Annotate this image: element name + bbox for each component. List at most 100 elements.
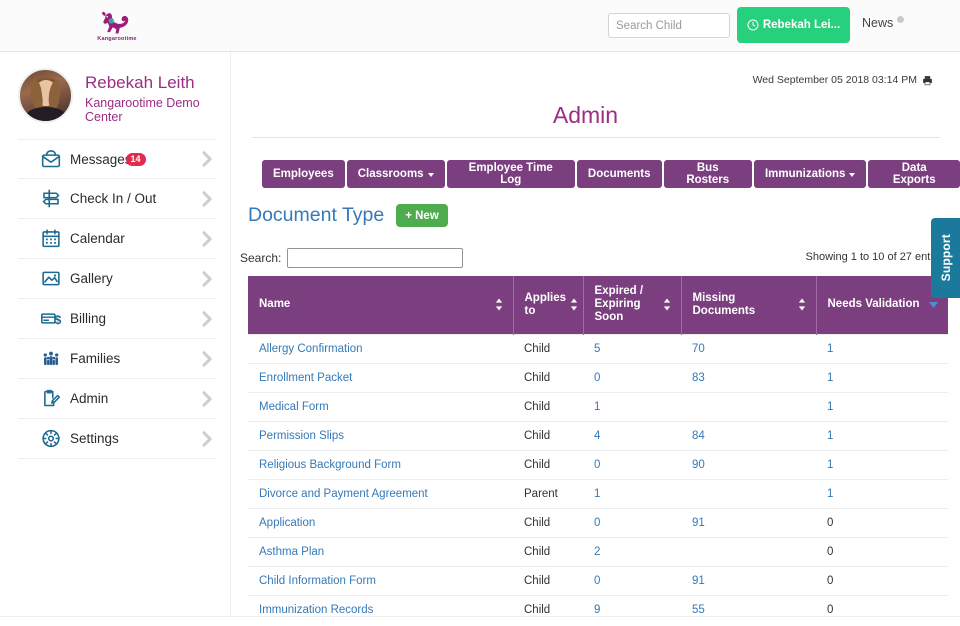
expired-cell[interactable]: 1 xyxy=(583,392,681,422)
showing-entries-text: Showing 1 to 10 of 27 entries xyxy=(805,251,948,263)
support-label: Support xyxy=(938,234,953,282)
logo-wordmark: Kangarootime xyxy=(97,35,137,42)
sidebar-item-admin[interactable]: Admin xyxy=(18,379,216,420)
missing-cell[interactable]: 90 xyxy=(681,450,816,480)
page-title: Admin xyxy=(552,102,619,128)
user-profile[interactable]: Rebekah Leith Kangarootime Demo Center xyxy=(0,52,230,125)
document-type-link[interactable]: Child Information Form xyxy=(259,575,376,587)
tab-employee-time-log[interactable]: Employee Time Log xyxy=(446,160,575,188)
tab-label: Immunizations xyxy=(764,168,846,180)
sidebar-item-label: Check In / Out xyxy=(70,191,157,207)
sidebar-item-label: Billing xyxy=(70,311,107,327)
expired-cell[interactable]: 2 xyxy=(583,537,681,567)
chevron-down-icon xyxy=(427,173,434,177)
needs-validation-cell[interactable]: 1 xyxy=(816,479,948,509)
missing-cell[interactable]: 84 xyxy=(681,421,816,451)
column-header-missing-documents[interactable]: Missing Documents xyxy=(681,276,817,335)
tab-label: Documents xyxy=(587,168,651,180)
column-header-needs-validation[interactable]: Needs Validation xyxy=(816,276,948,335)
document-type-link[interactable]: Asthma Plan xyxy=(259,546,324,558)
chevron-right-icon xyxy=(202,390,212,407)
news-label: News xyxy=(862,16,894,30)
expired-cell[interactable]: 4 xyxy=(583,421,681,451)
tab-classrooms[interactable]: Classrooms xyxy=(346,160,445,188)
sidebar-item-calendar[interactable]: Calendar xyxy=(18,219,216,260)
table-row: Religious Background Form Child 0 90 1 xyxy=(248,450,948,480)
sidebar-item-label: Settings xyxy=(70,431,119,447)
sidebar-item-messages[interactable]: Messages 14 xyxy=(18,139,216,180)
datetime-text: Wed September 05 2018 03:14 PM xyxy=(752,74,917,86)
column-header-expired-expiring-soon[interactable]: Expired / Expiring Soon xyxy=(583,276,682,335)
expired-cell[interactable]: 5 xyxy=(583,333,681,364)
missing-cell[interactable]: 91 xyxy=(681,566,816,596)
sort-both-icon xyxy=(495,298,502,311)
expired-cell[interactable]: 0 xyxy=(583,566,681,596)
document-type-link[interactable]: Medical Form xyxy=(259,401,329,413)
tab-data-exports[interactable]: Data Exports xyxy=(868,160,960,188)
billing-icon: $ xyxy=(41,313,62,327)
applies-to-cell: Child xyxy=(513,566,583,596)
print-icon[interactable] xyxy=(922,75,933,86)
sort-both-icon xyxy=(663,298,670,311)
chevron-right-icon xyxy=(202,430,212,447)
document-type-link[interactable]: Allergy Confirmation xyxy=(259,343,363,355)
search-child-input[interactable] xyxy=(608,13,730,38)
app-root: Kangarootime Rebekah Lei... News xyxy=(0,0,960,626)
sidebar-item-label: Calendar xyxy=(70,231,125,247)
column-label: Needs Validation xyxy=(827,298,920,311)
sidebar-item-gallery[interactable]: Gallery xyxy=(18,259,216,300)
document-type-link[interactable]: Divorce and Payment Agreement xyxy=(259,488,428,500)
document-type-link[interactable]: Permission Slips xyxy=(259,430,344,442)
document-type-link[interactable]: Religious Background Form xyxy=(259,459,401,471)
title-divider xyxy=(252,137,940,138)
support-tab[interactable]: Support xyxy=(931,218,960,298)
missing-cell[interactable]: 70 xyxy=(681,333,816,364)
profile-center: Kangarootime Demo Center xyxy=(85,95,200,125)
current-datetime: Wed September 05 2018 03:14 PM xyxy=(753,74,933,86)
kangaroo-icon xyxy=(102,11,129,33)
table-row: Allergy Confirmation Child 5 70 1 xyxy=(248,333,948,364)
news-link[interactable]: News xyxy=(862,16,905,30)
needs-validation-cell[interactable]: 1 xyxy=(816,333,948,364)
chevron-right-icon xyxy=(202,151,212,167)
missing-cell[interactable]: 83 xyxy=(681,363,816,393)
needs-validation-cell[interactable]: 1 xyxy=(816,421,948,451)
table-row: Application Child 0 91 0 xyxy=(248,508,948,538)
document-type-link[interactable]: Application xyxy=(259,517,315,529)
top-bar: Kangarootime Rebekah Lei... News xyxy=(0,0,960,52)
clock-in-user-button[interactable]: Rebekah Lei... xyxy=(737,7,850,43)
document-type-link[interactable]: Enrollment Packet xyxy=(259,372,352,384)
tab-bus-rosters[interactable]: Bus Rosters xyxy=(663,160,752,188)
expired-cell[interactable]: 0 xyxy=(583,363,681,393)
table-search-input[interactable] xyxy=(287,248,464,268)
sort-both-icon xyxy=(570,298,578,311)
chevron-down-icon xyxy=(849,173,856,177)
column-label: Missing Documents xyxy=(692,291,756,317)
document-type-link[interactable]: Immunization Records xyxy=(259,604,373,616)
messages-icon xyxy=(41,149,61,167)
missing-cell[interactable]: 91 xyxy=(681,508,816,538)
kangarootime-logo[interactable]: Kangarootime xyxy=(84,3,150,47)
sidebar-item-check-in-out[interactable]: Check In / Out xyxy=(18,179,216,220)
sidebar-item-settings[interactable]: Settings xyxy=(18,419,216,460)
svg-text:$: $ xyxy=(55,313,62,327)
section-title: Document Type xyxy=(248,204,385,226)
needs-validation-cell: 0 xyxy=(816,508,948,538)
column-header-name[interactable]: Name xyxy=(248,276,514,335)
main-content: Wed September 05 2018 03:14 PM Admin Emp… xyxy=(231,52,960,626)
tab-employees[interactable]: Employees xyxy=(262,160,345,188)
needs-validation-cell[interactable]: 1 xyxy=(816,363,948,393)
expired-cell[interactable]: 0 xyxy=(583,508,681,538)
sidebar-item-families[interactable]: Families xyxy=(18,339,216,380)
sidebar-item-billing[interactable]: $ Billing xyxy=(18,299,216,340)
expired-cell[interactable]: 1 xyxy=(583,479,681,509)
calendar-icon xyxy=(42,229,60,248)
new-document-type-button[interactable]: + New xyxy=(396,204,448,227)
expired-cell[interactable]: 0 xyxy=(583,450,681,480)
column-header-applies-to[interactable]: Applies to xyxy=(513,276,584,335)
tab-documents[interactable]: Documents xyxy=(576,160,662,188)
tab-immunizations[interactable]: Immunizations xyxy=(753,160,867,188)
needs-validation-cell[interactable]: 1 xyxy=(816,450,948,480)
sidebar-nav: Messages 14 Check In / Out Calendar Gall… xyxy=(0,139,230,460)
needs-validation-cell[interactable]: 1 xyxy=(816,392,948,422)
